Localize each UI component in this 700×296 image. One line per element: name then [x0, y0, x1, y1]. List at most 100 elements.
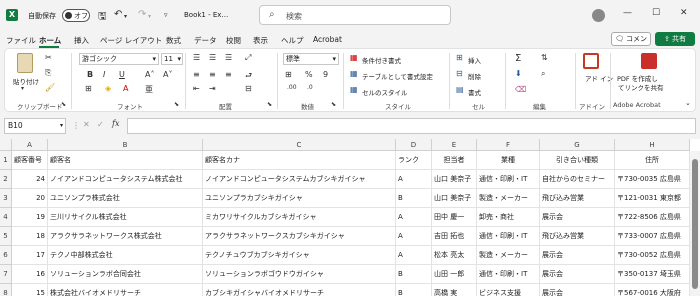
tab-acrobat[interactable]: Acrobat — [313, 35, 342, 44]
insert-cells-button[interactable]: 挿入 — [468, 55, 481, 65]
avatar[interactable] — [592, 9, 605, 22]
align-right-icon[interactable]: ≡ — [225, 70, 232, 79]
table-cell[interactable]: テクノチュウブカブシキガイシャ — [203, 246, 396, 265]
increase-font-icon[interactable]: A˄ — [145, 70, 154, 79]
table-cell[interactable]: 田中 慶一 — [432, 208, 477, 227]
row-header[interactable]: 7 — [0, 265, 12, 284]
increase-decimal-icon[interactable]: .00 — [287, 84, 297, 91]
format-cells-button[interactable]: 書式 — [468, 87, 481, 97]
column-header-c[interactable]: C — [203, 139, 396, 151]
table-cell[interactable]: 山口 美奈子 — [432, 189, 477, 208]
table-cell[interactable]: B — [396, 284, 432, 296]
table-cell[interactable]: カブシキガイシャバイオメドリサーチ — [203, 284, 396, 296]
table-cell[interactable]: 20 — [12, 189, 48, 208]
table-cell[interactable]: 吉田 拓也 — [432, 227, 477, 246]
table-cell[interactable]: 24 — [12, 170, 48, 189]
acrobat-pdf-icon[interactable] — [641, 53, 657, 69]
column-header-e[interactable]: E — [432, 139, 477, 151]
share-button[interactable]: ⇪ 共有 — [655, 32, 695, 46]
tab-view[interactable]: 表示 — [253, 35, 268, 46]
table-cell[interactable]: B — [396, 265, 432, 284]
table-cell[interactable]: 〒722-8506 広島県 — [615, 208, 690, 227]
fill-icon[interactable]: ⬇ — [515, 69, 522, 78]
row-header[interactable]: 2 — [0, 170, 12, 189]
table-cell[interactable]: A — [396, 208, 432, 227]
table-cell[interactable]: 展示会 — [540, 246, 615, 265]
clipboard-launcher-icon[interactable]: ⬊ — [61, 101, 66, 108]
row-header[interactable]: 4 — [0, 208, 12, 227]
orientation-icon[interactable]: ⤢ — [245, 53, 251, 63]
row-header[interactable]: 6 — [0, 246, 12, 265]
row-header[interactable]: 5 — [0, 227, 12, 246]
table-cell[interactable]: ノイアンドコンピュータシステム株式会社 — [48, 170, 203, 189]
table-cell[interactable]: 通信・印刷・IT — [477, 170, 540, 189]
tab-insert[interactable]: 挿入 — [74, 35, 89, 46]
tab-data[interactable]: データ — [194, 35, 217, 46]
format-as-table-icon[interactable]: ▦ — [350, 69, 358, 78]
table-cell[interactable]: 自社からのセミナー — [540, 170, 615, 189]
align-middle-icon[interactable]: ☰ — [209, 53, 216, 62]
document-title[interactable]: Book1 - Ex… — [184, 11, 228, 19]
comma-icon[interactable]: 9 — [323, 70, 328, 79]
undo-icon[interactable]: ↶ — [114, 9, 122, 20]
table-cell[interactable]: 16 — [12, 265, 48, 284]
table-cell[interactable]: 〒350-0137 埼玉県 — [615, 265, 690, 284]
insert-cells-icon[interactable]: ⊞ — [456, 53, 463, 62]
search-box[interactable]: ⌕ 検索 — [259, 5, 451, 25]
addins-button[interactable]: アド イン — [585, 73, 613, 83]
table-cell[interactable]: ノイアンドコンピュータシステムカブシキガイシャ — [203, 170, 396, 189]
merge-center-icon[interactable]: ⊟ — [245, 84, 252, 93]
paste-button-label[interactable]: 貼り付け — [13, 76, 39, 86]
table-cell[interactable]: 株式会社バイオメドリサーチ — [48, 284, 203, 296]
font-color-icon[interactable]: A — [123, 84, 128, 93]
table-cell[interactable]: 通信・印刷・IT — [477, 227, 540, 246]
table-cell[interactable]: 通信・印刷・IT — [477, 265, 540, 284]
row-header[interactable]: 1 — [0, 151, 12, 170]
addins-icon[interactable] — [583, 53, 599, 69]
table-cell[interactable]: テクノ中部株式会社 — [48, 246, 203, 265]
table-cell[interactable]: A — [396, 227, 432, 246]
table-cell[interactable]: 高橋 実 — [432, 284, 477, 296]
font-launcher-icon[interactable]: ⬊ — [174, 101, 179, 108]
table-cell[interactable]: 松本 亮太 — [432, 246, 477, 265]
tab-page-layout[interactable]: ページ レイアウト — [100, 35, 162, 46]
table-cell[interactable]: 山田 一郎 — [432, 265, 477, 284]
column-header-g[interactable]: G — [540, 139, 615, 151]
table-cell[interactable]: 製造・メーカー — [477, 189, 540, 208]
align-top-icon[interactable]: ☰ — [193, 53, 200, 62]
column-header-b[interactable]: B — [48, 139, 203, 151]
format-painter-icon[interactable]: 🖌 — [45, 83, 55, 92]
cut-icon[interactable]: ✂ — [45, 53, 52, 62]
cell-styles-button[interactable]: セルのスタイル — [362, 87, 408, 97]
copy-icon[interactable]: ⎘ — [45, 68, 51, 78]
border-icon[interactable]: ⊞ — [85, 84, 92, 93]
fill-color-icon[interactable]: ◈ — [105, 84, 111, 93]
cell-styles-icon[interactable]: ▦ — [350, 85, 358, 94]
phonetic-icon[interactable]: 亜 — [145, 84, 153, 95]
autosave-toggle[interactable]: オフ — [62, 9, 90, 22]
delete-cells-icon[interactable]: ⊟ — [456, 69, 463, 78]
table-cell[interactable]: ユニソンプラカブシキガイシャ — [203, 189, 396, 208]
decrease-decimal-icon[interactable]: .0 — [307, 84, 313, 91]
insert-function-icon[interactable]: fx — [112, 119, 119, 128]
collapse-ribbon-icon[interactable]: ⌄ — [685, 99, 691, 107]
paste-icon[interactable] — [17, 53, 33, 73]
save-icon[interactable]: 🖫 — [98, 9, 107, 26]
tab-home[interactable]: ホーム — [39, 35, 61, 46]
font-name-select[interactable]: 游ゴシック ▾ — [79, 53, 159, 65]
column-header-f[interactable]: F — [477, 139, 540, 151]
table-cell[interactable]: 展示会 — [540, 284, 615, 296]
align-center-icon[interactable]: ≡ — [209, 70, 216, 79]
number-format-select[interactable]: 標準 ▾ — [283, 53, 339, 65]
close-icon[interactable]: ✕ — [680, 8, 688, 18]
column-header-h[interactable]: H — [615, 139, 690, 151]
table-cell[interactable]: 製造・メーカー — [477, 246, 540, 265]
table-cell[interactable]: A — [396, 170, 432, 189]
format-cells-icon[interactable]: ▤ — [456, 85, 464, 94]
table-cell[interactable]: 卸売・商社 — [477, 208, 540, 227]
enter-icon[interactable]: ✓ — [97, 120, 104, 129]
sort-filter-icon[interactable]: ⇅ — [541, 53, 548, 62]
header-cell[interactable]: 顧客名カナ — [203, 151, 396, 170]
find-select-icon[interactable]: ⌕ — [541, 69, 545, 79]
table-cell[interactable]: ユニソンプラ株式会社 — [48, 189, 203, 208]
